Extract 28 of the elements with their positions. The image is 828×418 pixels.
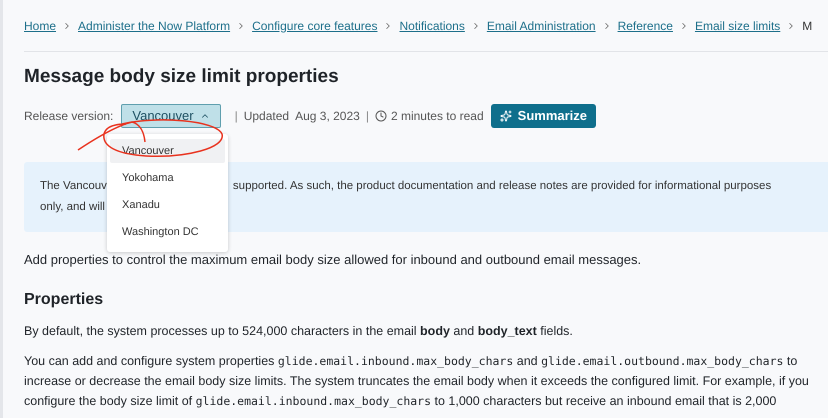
separator: | — [366, 108, 369, 125]
dropdown-option[interactable]: Yokohama — [110, 166, 225, 190]
breadcrumb-link[interactable]: Home — [24, 16, 56, 34]
release-dropdown[interactable]: Vancouver — [121, 104, 221, 128]
breadcrumb-link[interactable]: Email Administration — [486, 16, 596, 34]
page-title: Message body size limit properties — [24, 65, 340, 89]
body-paragraph: You can add and configure system properties glide.email.inbound.max_body_chars and glide.email.outbound.max_body_chars to increase or decrease the email body size limits. The system truncates the email body when it exceeds the configured limit. For example, if you configure the body size limit of glide.email.inbound.max_body_chars to 1,000 characters but receive an inbound email that is 2,000 — [24, 352, 810, 410]
notice-text: supported. As such, the product documentation and release notes are provided for informational purposes — [232, 179, 772, 194]
breadcrumb-current: M — [802, 18, 812, 34]
breadcrumb-link[interactable]: Notifications — [399, 16, 465, 34]
separator: | — [234, 108, 238, 125]
breadcrumb-link[interactable]: Configure core features — [252, 16, 378, 34]
updated-date: Aug 3, 2023 — [295, 108, 360, 125]
dropdown-option[interactable]: Vancouver — [110, 139, 225, 163]
section-heading: Properties — [24, 290, 104, 310]
breadcrumb-link[interactable]: Email size limits — [694, 16, 780, 34]
updated-label: Updated — [244, 108, 290, 125]
breadcrumb-link[interactable]: Administer the Now Platform — [78, 16, 230, 34]
notice-text: only, and will — [40, 200, 105, 215]
summarize-button[interactable]: Summarize — [490, 104, 596, 128]
intro-paragraph: Add properties to control the maximum email body size allowed for inbound and outbound email messages. — [24, 251, 642, 269]
body-paragraph: By default, the system processes up to 524,000 characters in the email body and body_text fields. — [24, 322, 574, 340]
release-label: Release version: — [24, 108, 114, 125]
dropdown-option[interactable]: Washington DC — [110, 220, 225, 244]
read-time: 2 minutes to read — [390, 108, 484, 125]
dropdown-option[interactable]: Xanadu — [110, 193, 225, 217]
breadcrumb-link[interactable]: Reference — [618, 16, 673, 34]
notice-text: The Vancouv — [40, 179, 107, 194]
